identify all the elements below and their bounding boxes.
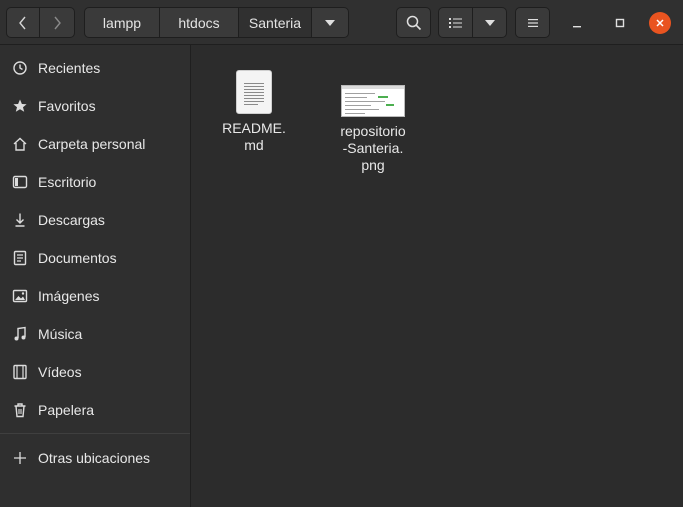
file-name: README. md: [222, 120, 286, 153]
sidebar-item-label: Otras ubicaciones: [38, 450, 151, 466]
sidebar-item-label: Vídeos: [38, 364, 82, 380]
minimize-button[interactable]: [566, 12, 588, 34]
minimize-icon: [573, 26, 581, 28]
back-button[interactable]: [6, 7, 40, 38]
file-name: repositorio -Santeria. png: [340, 123, 406, 173]
sidebar-item-papelera[interactable]: Papelera: [0, 393, 190, 427]
file-manager-window: lampp htdocs Santeria Recientes Favorito…: [0, 0, 683, 507]
chevron-right-icon: [54, 16, 61, 29]
maximize-button[interactable]: [609, 12, 631, 34]
sidebar-item-imagenes[interactable]: Imágenes: [0, 279, 190, 313]
search-button[interactable]: [396, 7, 431, 38]
sidebar-item-descargas[interactable]: Descargas: [0, 203, 190, 237]
sidebar-item-documentos[interactable]: Documentos: [0, 241, 190, 275]
view-options-button[interactable]: [472, 7, 507, 38]
sidebar-item-label: Escritorio: [38, 174, 97, 190]
trash-icon: [12, 402, 28, 418]
download-icon: [12, 212, 28, 228]
close-button[interactable]: [649, 12, 671, 34]
file-readme[interactable]: README. md: [217, 70, 291, 154]
sidebar-item-label: Descargas: [38, 212, 105, 228]
sidebar-item-label: Favoritos: [38, 98, 96, 114]
hamburger-menu-icon: [527, 18, 538, 27]
sidebar-item-label: Papelera: [38, 402, 95, 418]
file-repositorio-santeria[interactable]: repositorio -Santeria. png: [329, 85, 417, 174]
sidebar-item-label: Recientes: [38, 60, 101, 76]
sidebar-item-recientes[interactable]: Recientes: [0, 51, 190, 85]
breadcrumb-htdocs[interactable]: htdocs: [159, 7, 239, 38]
sidebar: Recientes Favoritos Carpeta personal Esc…: [0, 45, 191, 507]
breadcrumb-dropdown-button[interactable]: [311, 7, 349, 38]
recent-icon: [12, 60, 28, 76]
video-icon: [12, 364, 28, 380]
sidebar-item-otras-ubicaciones[interactable]: Otras ubicaciones: [0, 441, 190, 475]
search-icon: [406, 15, 421, 30]
sidebar-item-label: Imágenes: [38, 288, 100, 304]
file-view: README. md repositorio -Santeria. png: [191, 45, 683, 507]
image-thumbnail-icon: [341, 85, 405, 117]
list-view-button[interactable]: [438, 7, 473, 38]
star-icon: [12, 98, 28, 114]
breadcrumb-label: lampp: [102, 14, 142, 31]
sidebar-item-favoritos[interactable]: Favoritos: [0, 89, 190, 123]
sidebar-item-carpeta-personal[interactable]: Carpeta personal: [0, 127, 190, 161]
maximize-icon: [615, 18, 625, 28]
sidebar-item-label: Documentos: [38, 250, 117, 266]
breadcrumb-lampp[interactable]: lampp: [84, 7, 160, 38]
triangle-down-icon: [484, 19, 495, 26]
text-document-icon: [236, 70, 272, 114]
breadcrumb-label: Santeria: [248, 14, 302, 31]
breadcrumb-santeria[interactable]: Santeria: [238, 7, 312, 38]
header-bar: lampp htdocs Santeria: [0, 0, 683, 45]
forward-button[interactable]: [39, 7, 75, 38]
triangle-down-icon: [325, 19, 335, 26]
breadcrumb-label: htdocs: [178, 14, 220, 31]
sidebar-separator: [0, 433, 190, 434]
sidebar-item-escritorio[interactable]: Escritorio: [0, 165, 190, 199]
document-icon: [12, 250, 28, 266]
sidebar-item-label: Carpeta personal: [38, 136, 146, 152]
image-icon: [12, 288, 28, 304]
home-icon: [12, 136, 28, 152]
music-icon: [12, 326, 28, 342]
sidebar-item-videos[interactable]: Vídeos: [0, 355, 190, 389]
list-view-icon: [448, 17, 462, 28]
desktop-icon: [12, 174, 28, 190]
sidebar-item-musica[interactable]: Música: [0, 317, 190, 351]
sidebar-item-label: Música: [38, 326, 83, 342]
main-menu-button[interactable]: [515, 7, 550, 38]
chevron-left-icon: [19, 16, 26, 29]
close-icon: [656, 19, 664, 27]
plus-icon: [12, 450, 28, 466]
